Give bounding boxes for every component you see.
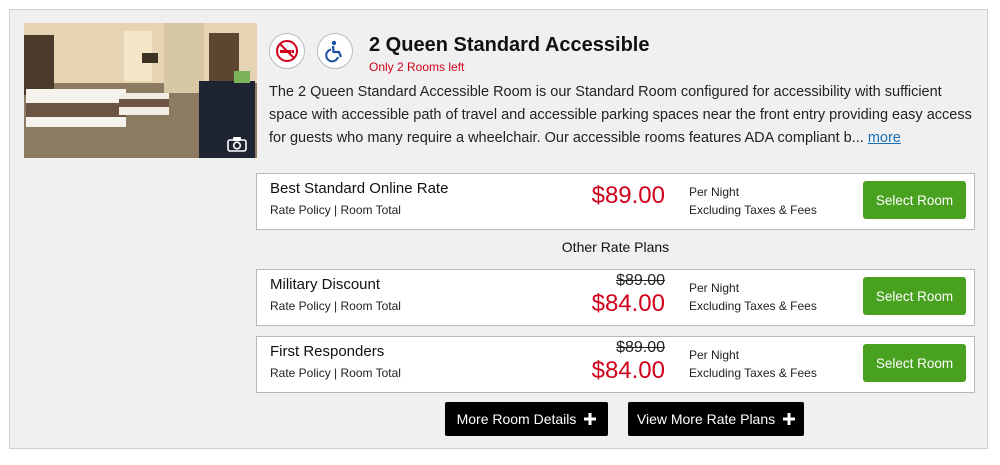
original-price: $89.00 xyxy=(616,339,665,356)
rate-policy-link[interactable]: Rate Policy | Room Total xyxy=(270,299,401,313)
room-photo-image xyxy=(24,23,257,158)
rate-name: First Responders xyxy=(270,343,385,360)
view-more-rate-plans-button[interactable]: View More Rate Plans xyxy=(628,402,804,436)
rate-name: Best Standard Online Rate xyxy=(270,180,449,197)
availability-notice: Only 2 Rooms left xyxy=(369,60,465,74)
room-card: 2 Queen Standard Accessible Only 2 Rooms… xyxy=(9,9,988,449)
rate-name: Military Discount xyxy=(270,276,381,293)
rate-price: $84.00 xyxy=(591,290,665,317)
plus-icon xyxy=(783,413,796,425)
per-night-label: Per Night xyxy=(689,185,740,199)
select-room-button[interactable]: Select Room xyxy=(863,344,966,382)
more-room-details-label: More Room Details xyxy=(456,411,577,427)
wheelchair-accessible-icon xyxy=(317,33,353,69)
room-photo[interactable] xyxy=(24,23,257,158)
rate-policy-link[interactable]: Rate Policy | Room Total xyxy=(270,203,401,217)
room-description: The 2 Queen Standard Accessible Room is … xyxy=(269,81,975,150)
rate-price: $89.00 xyxy=(591,182,665,209)
per-night-label: Per Night xyxy=(689,281,740,295)
camera-icon xyxy=(227,137,247,152)
taxes-label: Excluding Taxes & Fees xyxy=(689,203,817,217)
rate-row: First Responders Rate Policy | Room Tota… xyxy=(256,336,975,393)
more-link[interactable]: more xyxy=(868,130,901,146)
room-description-text: The 2 Queen Standard Accessible Room is … xyxy=(269,84,972,146)
view-more-rate-plans-label: View More Rate Plans xyxy=(636,411,776,427)
more-room-details-button[interactable]: More Room Details xyxy=(445,402,608,436)
per-night-label: Per Night xyxy=(689,348,740,362)
other-rate-plans-heading: Other Rate Plans xyxy=(561,239,670,255)
taxes-label: Excluding Taxes & Fees xyxy=(689,366,817,380)
plus-icon xyxy=(584,413,597,425)
rate-price: $84.00 xyxy=(591,357,665,384)
original-price: $89.00 xyxy=(616,272,665,289)
rate-row: Military Discount Rate Policy | Room Tot… xyxy=(256,269,975,326)
no-smoking-icon xyxy=(269,33,305,69)
select-room-button[interactable]: Select Room xyxy=(863,277,966,315)
rate-row: Best Standard Online Rate Rate Policy | … xyxy=(256,173,975,230)
select-room-button[interactable]: Select Room xyxy=(863,181,966,219)
taxes-label: Excluding Taxes & Fees xyxy=(689,299,817,313)
room-title: 2 Queen Standard Accessible xyxy=(369,34,650,56)
rate-policy-link[interactable]: Rate Policy | Room Total xyxy=(270,366,401,380)
